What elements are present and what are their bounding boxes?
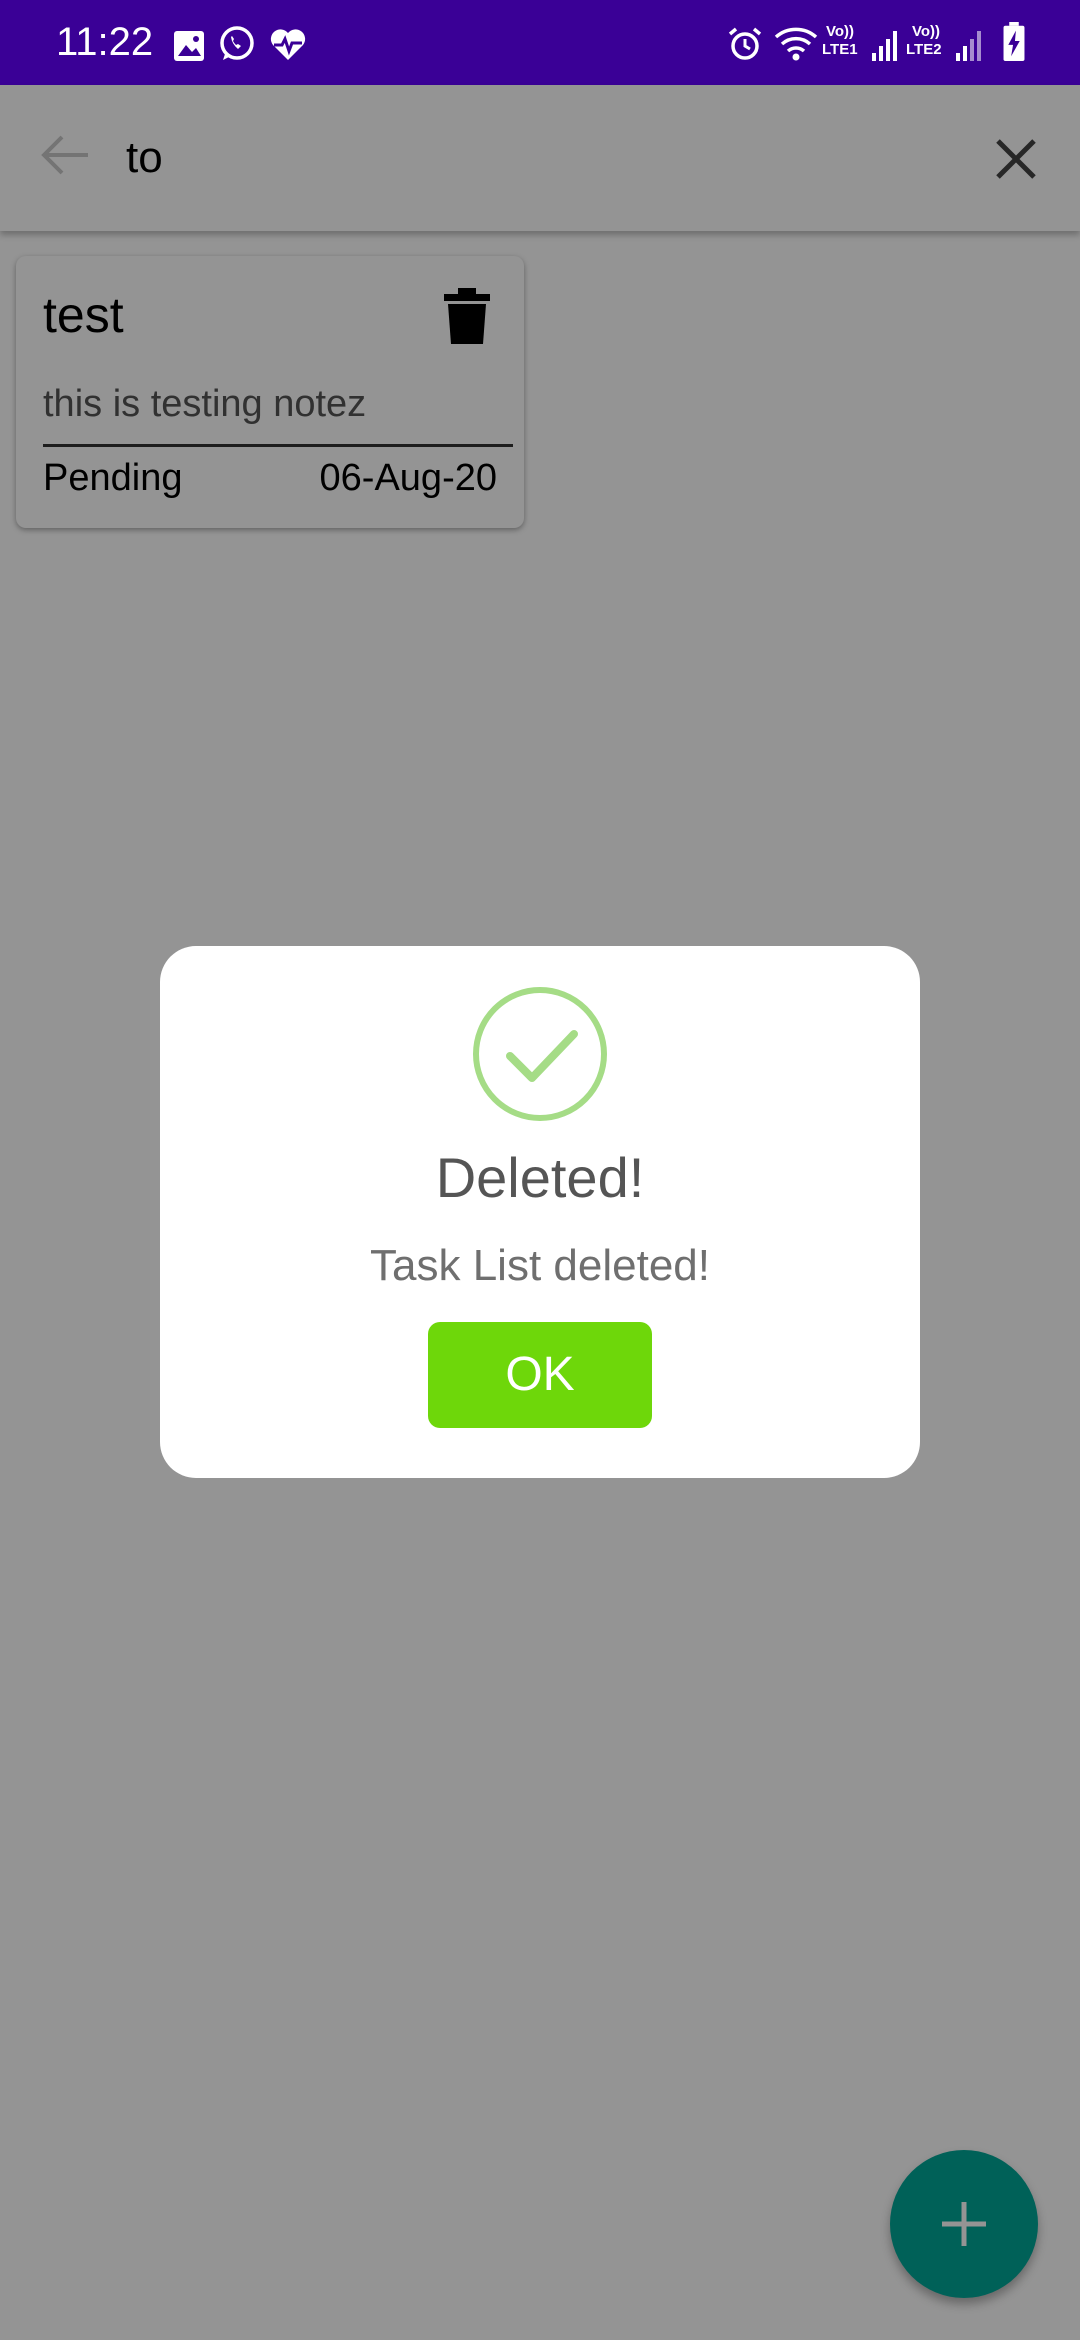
dialog-message: Task List deleted!: [370, 1241, 710, 1290]
whatsapp-icon: [220, 26, 254, 60]
image-icon: [174, 31, 204, 61]
sim1-lte-label: LTE1: [822, 41, 858, 58]
health-heart-icon: [270, 29, 306, 60]
status-time: 11:22: [56, 20, 154, 64]
ok-button[interactable]: OK: [428, 1322, 652, 1428]
screen: 11:22 Vo)) LTE1 Vo)) LTE2 to test this i…: [0, 0, 1080, 2340]
battery-charging-icon: [1003, 22, 1025, 62]
sim2-volte-label: Vo)): [912, 23, 941, 40]
deleted-dialog: Deleted! Task List deleted! OK: [160, 946, 920, 1478]
wifi-icon: [774, 27, 818, 61]
dialog-title: Deleted!: [435, 1146, 645, 1209]
sim2-lte-label: LTE2: [906, 41, 942, 58]
status-bar: 11:22 Vo)) LTE1 Vo)) LTE2: [0, 0, 1080, 85]
sim1-volte-label: Vo)): [826, 23, 855, 40]
signal-lte2-icon: [956, 31, 981, 61]
success-check-icon: [473, 987, 607, 1121]
signal-lte1-icon: [872, 31, 897, 61]
alarm-icon: [728, 27, 762, 60]
